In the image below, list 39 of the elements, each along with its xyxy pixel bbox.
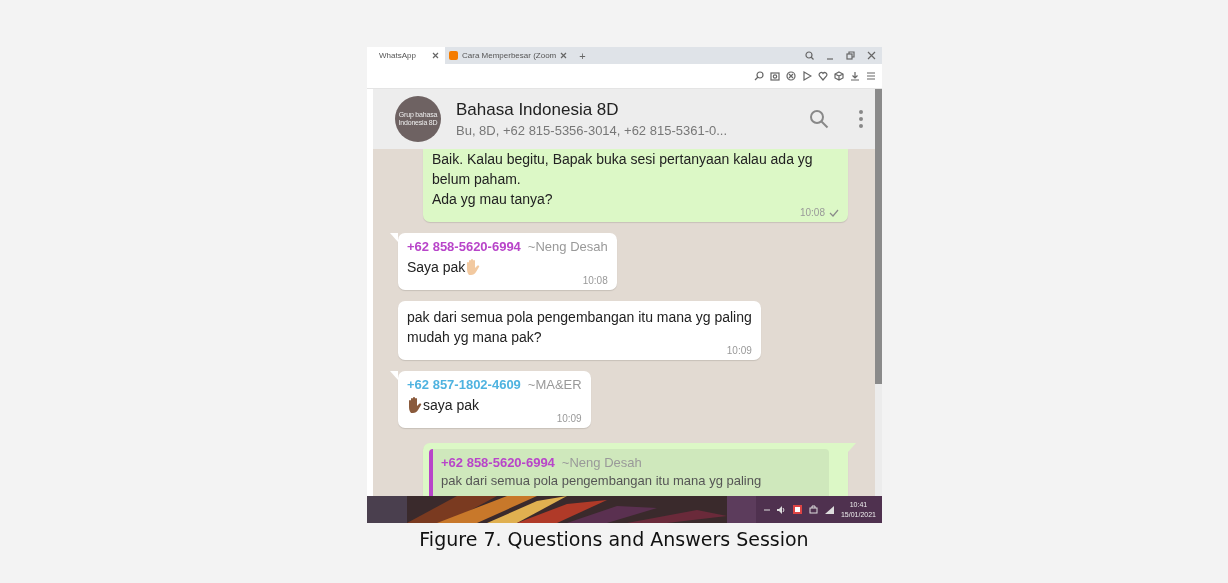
more-icon[interactable] <box>859 110 863 128</box>
sender-phone[interactable]: +62 858-5620-6994 <box>407 239 521 254</box>
cube-icon[interactable] <box>834 71 844 81</box>
close-icon[interactable] <box>432 52 439 59</box>
message-time: 10:09 <box>726 345 752 356</box>
heart-icon[interactable] <box>818 71 828 81</box>
sender-name: ~MA&ER <box>527 377 582 392</box>
chat-members: Bu, 8D, +62 815-5356-3014, +62 815-5361-0... <box>456 123 729 138</box>
sender-name: ~Neng Desah <box>561 455 642 470</box>
message-time: 10:08 <box>799 207 825 218</box>
quoted-text: pak dari semua pola pengembangan itu mana yg paling <box>441 473 762 488</box>
scrollbar-thumb[interactable] <box>875 149 882 384</box>
quoted-message[interactable]: +62 858-5620-6994 ~Neng Desah pak dari semua pola pengembangan itu mana yg paling <box>429 449 829 496</box>
send-icon[interactable] <box>802 71 812 81</box>
network-icon[interactable] <box>808 505 818 514</box>
camera-icon[interactable] <box>770 71 780 81</box>
message-text: pak dari semua pola pengembangan itu mana yg paling mudah yg mana pak? <box>407 308 752 346</box>
restore-icon[interactable] <box>846 51 855 60</box>
speaker-icon[interactable] <box>776 505 786 514</box>
app-tray-icon[interactable] <box>792 505 802 514</box>
message-text: Baik. Kalau begitu, Bapak buka sesi pertanyaan kalau ada yg belum paham. Ada yg mau tanya? <box>432 150 813 208</box>
zoom-icon[interactable] <box>754 71 764 81</box>
close-icon[interactable] <box>560 52 568 59</box>
search-icon[interactable] <box>805 51 814 60</box>
download-icon[interactable] <box>850 71 860 81</box>
close-icon[interactable] <box>867 51 876 60</box>
message-time: 10:09 <box>556 413 582 424</box>
chat-title: Bahasa Indonesia 8D <box>456 100 620 120</box>
search-icon[interactable] <box>809 109 829 129</box>
message-text: Saya pak <box>407 258 466 277</box>
blog-icon <box>449 51 458 60</box>
message-text: saya pak <box>423 396 480 415</box>
sender-phone: +62 858-5620-6994 <box>441 455 555 470</box>
new-tab-button[interactable]: + <box>573 47 592 64</box>
browser-tab[interactable]: WhatsApp <box>367 47 445 64</box>
figure-caption: Figure 7. Questions and Answers Session <box>418 528 810 550</box>
sender-name: ~Neng Desah <box>527 239 608 254</box>
message-time: 10:08 <box>582 275 608 286</box>
blocker-icon[interactable] <box>786 71 796 81</box>
